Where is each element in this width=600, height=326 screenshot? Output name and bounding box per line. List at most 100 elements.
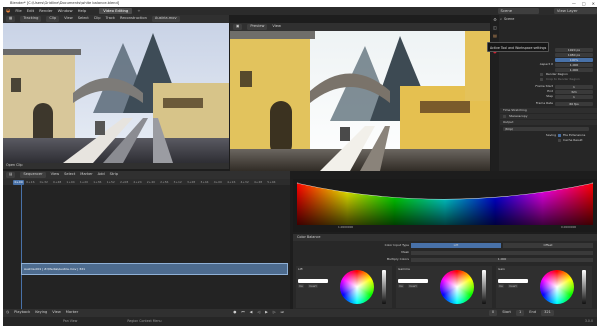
editor-type-icon[interactable]: ▦ bbox=[6, 16, 16, 22]
lift-value-slider[interactable] bbox=[382, 270, 386, 304]
cache-result-checkbox[interactable] bbox=[558, 139, 561, 142]
minimize-button[interactable]: — bbox=[572, 1, 576, 6]
seq-menu-view[interactable]: View bbox=[51, 173, 60, 177]
scene-selector[interactable]: Scene bbox=[497, 8, 539, 14]
step-forward-icon[interactable]: ▷ bbox=[273, 311, 276, 315]
menu-track[interactable]: Track bbox=[106, 17, 115, 21]
resolution-x-field[interactable]: 1920 px bbox=[555, 47, 593, 52]
sequencer-timeline[interactable]: 0+00 0+16 0+32 0+48 1+04 1+20 1+36 1+52 2+08 2+2… bbox=[3, 179, 290, 309]
time-stretching-panel[interactable]: Time Stretching bbox=[503, 109, 527, 112]
current-frame-field[interactable]: 0 bbox=[488, 310, 498, 316]
render-region-checkbox[interactable] bbox=[540, 73, 543, 76]
gain-inverse-button[interactable]: Inv bbox=[498, 284, 504, 288]
blender-window: Blender* [C:\Users\Gridline\Documents\wh… bbox=[3, 0, 597, 326]
tool-tab-icon[interactable]: ⚙ bbox=[491, 15, 499, 23]
menu-clip[interactable]: Clip bbox=[94, 17, 101, 21]
frame-start-field[interactable]: 1 bbox=[555, 84, 593, 89]
record-icon[interactable]: ● bbox=[233, 311, 236, 315]
output-tab-icon[interactable]: ▤ bbox=[491, 31, 499, 39]
blender-logo-icon[interactable]: ◒ bbox=[6, 8, 10, 14]
input-type-lift[interactable]: Lift bbox=[411, 243, 501, 248]
mask-field[interactable] bbox=[411, 250, 593, 255]
menu-window[interactable]: Window bbox=[58, 9, 73, 13]
maximize-button[interactable]: □ bbox=[582, 1, 586, 6]
menu-select[interactable]: Select bbox=[78, 17, 89, 21]
aspect-x-field[interactable]: 1.000 bbox=[555, 62, 593, 67]
menu-file[interactable]: File bbox=[15, 9, 21, 13]
resolution-y-field[interactable]: 1080 px bbox=[555, 52, 593, 57]
multiply-field[interactable]: 1.000 bbox=[411, 257, 593, 262]
search-icon[interactable]: ⌕ bbox=[500, 18, 502, 22]
seq-menu-select[interactable]: Select bbox=[64, 173, 75, 177]
timeline-marker-menu[interactable]: Marker bbox=[66, 311, 78, 315]
scope-right-tick: 0.0000000 bbox=[561, 225, 577, 229]
frame-rate-select[interactable]: 60 fps bbox=[555, 101, 593, 106]
sequencer-strip[interactable]: Austria.001 | Z:\Media\Austria.mov | 321 bbox=[21, 263, 288, 275]
add-workspace-icon[interactable]: + bbox=[137, 9, 140, 13]
stereoscopy-checkbox[interactable] bbox=[503, 115, 506, 118]
start-frame-field[interactable]: 1 bbox=[515, 310, 525, 316]
seq-menu-strip[interactable]: Strip bbox=[110, 173, 118, 177]
mask-row: Mask bbox=[353, 250, 597, 255]
gamma-invert-button[interactable]: Invert bbox=[408, 284, 418, 288]
menu-render[interactable]: Render bbox=[39, 9, 53, 13]
ruler-tick: 0+16 bbox=[26, 179, 35, 184]
lift-color-wheel[interactable] bbox=[340, 270, 374, 304]
timeline-view-menu[interactable]: View bbox=[52, 311, 61, 315]
stereoscopy-panel[interactable]: Stereoscopy bbox=[509, 115, 528, 118]
gain-invert-button[interactable]: Invert bbox=[508, 284, 518, 288]
timeline-type-icon[interactable]: ◷ bbox=[6, 311, 9, 315]
lift-color-swatch[interactable] bbox=[298, 279, 328, 283]
menu-reconstruction[interactable]: Reconstruction bbox=[120, 17, 147, 21]
close-button[interactable]: ✕ bbox=[592, 1, 595, 6]
render-tab-icon[interactable]: ◫ bbox=[491, 23, 499, 31]
aspect-y-field[interactable]: 1.000 bbox=[555, 67, 593, 72]
mask-label: Mask bbox=[401, 250, 409, 254]
play-icon[interactable]: ▶ bbox=[265, 311, 268, 315]
step-back-icon[interactable]: ◀ bbox=[250, 311, 253, 315]
seq-menu-add[interactable]: Add bbox=[98, 173, 105, 177]
preview-menu-view[interactable]: View bbox=[272, 25, 281, 29]
lift-invert-button[interactable]: Invert bbox=[308, 284, 318, 288]
file-extensions-checkbox[interactable] bbox=[558, 134, 561, 137]
gain-color-wheel[interactable] bbox=[540, 270, 574, 304]
current-frame-indicator[interactable]: 0+00 bbox=[13, 179, 25, 185]
play-reverse-icon[interactable]: ◁ bbox=[257, 311, 260, 315]
input-type-offset[interactable]: Offset bbox=[503, 243, 593, 248]
clip-mode-selector[interactable]: Tracking bbox=[20, 16, 42, 22]
crop-checkbox[interactable] bbox=[540, 78, 543, 81]
gamma-value-slider[interactable] bbox=[482, 270, 486, 304]
menu-help[interactable]: Help bbox=[78, 9, 87, 13]
lift-inverse-button[interactable]: Inv bbox=[298, 284, 304, 288]
workspace-tab-video-editing[interactable]: Video Editing bbox=[99, 8, 133, 14]
end-frame-field[interactable]: 321 bbox=[541, 310, 554, 316]
resolution-percent-field[interactable]: 100% bbox=[555, 57, 593, 62]
keying-menu[interactable]: Keying bbox=[35, 311, 47, 315]
clip-name-field[interactable]: Austria.mov bbox=[151, 16, 180, 22]
menu-view[interactable]: View bbox=[64, 17, 73, 21]
gain-color-swatch[interactable] bbox=[498, 279, 528, 283]
preview-mode-selector[interactable]: Preview bbox=[247, 24, 268, 30]
clip-view-selector[interactable]: Clip bbox=[46, 16, 60, 22]
sequencer-type-icon[interactable]: ▤ bbox=[6, 172, 16, 178]
color-balance-header[interactable]: Color Balance bbox=[293, 234, 597, 241]
gamma-inverse-button[interactable]: Inv bbox=[398, 284, 404, 288]
jump-start-icon[interactable]: ⏮ bbox=[241, 311, 244, 315]
clip-editor-viewport[interactable] bbox=[3, 23, 229, 163]
output-path-field[interactable]: /tmp\ bbox=[503, 126, 589, 131]
gamma-color-swatch[interactable] bbox=[398, 279, 428, 283]
frame-step-field[interactable]: 1 bbox=[555, 94, 593, 99]
sequencer-preview-viewport[interactable] bbox=[230, 31, 490, 171]
sequencer-mode-selector[interactable]: Sequencer bbox=[20, 172, 46, 178]
jump-end-icon[interactable]: ⏭ bbox=[281, 311, 284, 315]
view-layer-selector[interactable]: View Layer bbox=[553, 8, 597, 14]
gamma-color-wheel[interactable] bbox=[440, 270, 474, 304]
seq-menu-marker[interactable]: Marker bbox=[80, 173, 92, 177]
menu-edit[interactable]: Edit bbox=[27, 9, 34, 13]
preview-type-icon[interactable]: ▣ bbox=[233, 24, 243, 30]
open-clip-label[interactable]: Open Clip bbox=[6, 163, 23, 167]
playback-menu[interactable]: Playback bbox=[14, 311, 30, 315]
frame-end-field[interactable]: 321 bbox=[555, 89, 593, 94]
gain-value-slider[interactable] bbox=[582, 270, 586, 304]
output-panel[interactable]: Output bbox=[503, 121, 513, 124]
